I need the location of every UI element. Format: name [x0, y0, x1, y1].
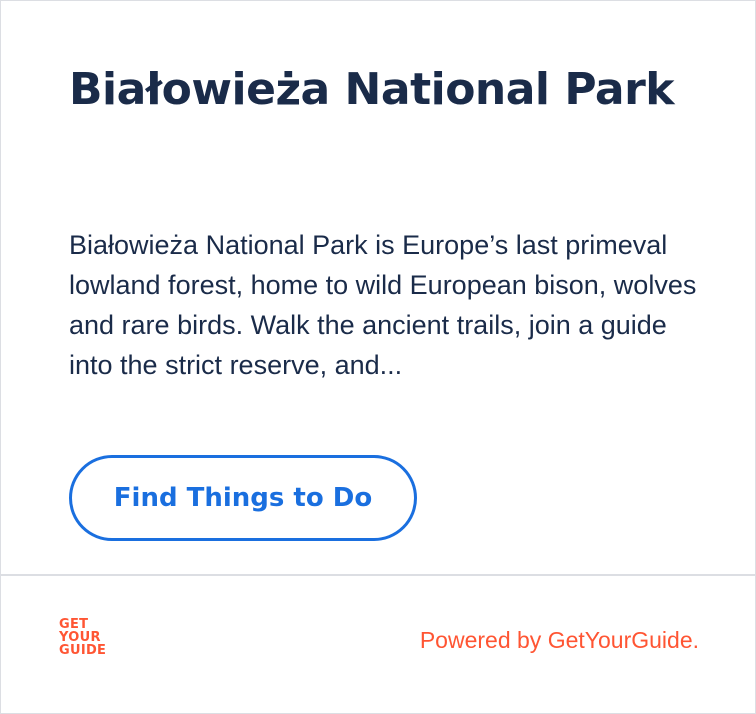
- logo-line-guide: GUIDE: [59, 643, 107, 658]
- widget-card: Białowieża National Park Białowieża Nati…: [0, 0, 756, 714]
- getyourguide-logo[interactable]: GET YOUR GUIDE: [59, 618, 109, 657]
- find-things-to-do-button[interactable]: Find Things to Do: [69, 455, 417, 541]
- powered-by-link[interactable]: Powered by GetYourGuide.: [420, 627, 699, 654]
- description-text: Białowieża National Park is Europe’s las…: [69, 230, 697, 380]
- page-title: Białowieża National Park: [69, 64, 675, 115]
- footer-divider: [1, 574, 755, 576]
